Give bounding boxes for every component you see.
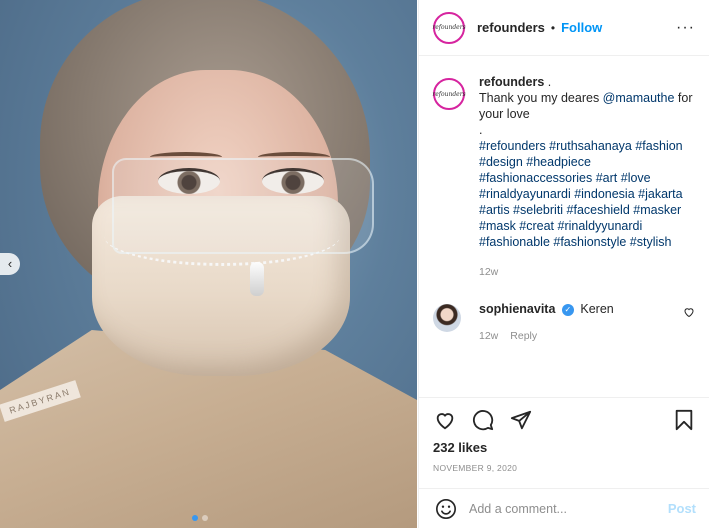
header-username[interactable]: refounders xyxy=(477,20,545,35)
comment-body: sophienavita ✓ Keren 12w Reply xyxy=(479,302,683,342)
post-comment-button[interactable]: Post xyxy=(668,501,696,516)
comment-meta: 12w Reply xyxy=(479,330,683,342)
caption-username[interactable]: refounders xyxy=(479,75,544,89)
comment-text: Keren xyxy=(580,302,614,316)
avatar-logo-text: refounders xyxy=(432,24,466,31)
carousel-dots xyxy=(192,515,208,521)
caption-mention-link[interactable]: @mamauthe xyxy=(603,91,675,105)
emoji-smiley-icon[interactable] xyxy=(433,496,459,522)
action-bar xyxy=(419,397,709,432)
avatar[interactable]: refounders xyxy=(432,11,466,44)
more-options-icon[interactable]: ··· xyxy=(676,19,695,37)
carousel-dot xyxy=(202,515,208,521)
post-date[interactable]: NOVEMBER 9, 2020 xyxy=(433,463,517,473)
header-separator: • xyxy=(550,20,556,35)
verified-badge-icon: ✓ xyxy=(561,303,574,316)
likes-count[interactable]: 232 likes xyxy=(433,440,487,455)
comment-composer: Post xyxy=(419,488,709,528)
post-header: refounders refounders • Follow ··· xyxy=(419,0,709,56)
caption-time[interactable]: 12w xyxy=(479,264,695,280)
photo-face-shield xyxy=(112,158,374,254)
caption-text: Thank you my deares xyxy=(479,91,603,105)
caption-avatar[interactable]: refounders xyxy=(432,78,466,110)
comment-like-heart-icon[interactable] xyxy=(683,306,695,342)
caption-hashtags[interactable]: #refounders #ruthsahanaya #fashion #desi… xyxy=(479,138,695,250)
comment-username[interactable]: sophienavita xyxy=(479,302,555,316)
share-paper-plane-icon[interactable] xyxy=(509,408,533,432)
post-photo[interactable]: RAJBYRAN ‹ xyxy=(0,0,417,528)
comment-bubble-icon[interactable] xyxy=(471,408,495,432)
photo-pendant xyxy=(250,262,264,296)
caption-avatar-logo-text: refounders xyxy=(432,90,466,98)
caption-dot-line: . xyxy=(479,123,483,137)
post-sidebar: refounders refounders • Follow ··· refou… xyxy=(418,0,709,528)
bookmark-save-icon[interactable] xyxy=(672,408,696,432)
carousel-dot xyxy=(192,515,198,521)
carousel-prev-button[interactable]: ‹ xyxy=(0,253,20,275)
comment-input[interactable] xyxy=(469,501,668,516)
caption: refounders refounders . Thank you my dea… xyxy=(419,56,709,280)
like-heart-icon[interactable] xyxy=(433,408,457,432)
reply-button[interactable]: Reply xyxy=(510,330,537,342)
comment-row: sophienavita ✓ Keren 12w Reply xyxy=(419,280,709,342)
chevron-left-icon: ‹ xyxy=(7,256,13,271)
caption-body: refounders . Thank you my deares @mamaut… xyxy=(479,74,695,280)
caption-username-suffix: . xyxy=(544,75,552,89)
follow-button[interactable]: Follow xyxy=(561,20,602,35)
comment-time[interactable]: 12w xyxy=(479,330,498,342)
comment-avatar[interactable] xyxy=(433,304,461,332)
